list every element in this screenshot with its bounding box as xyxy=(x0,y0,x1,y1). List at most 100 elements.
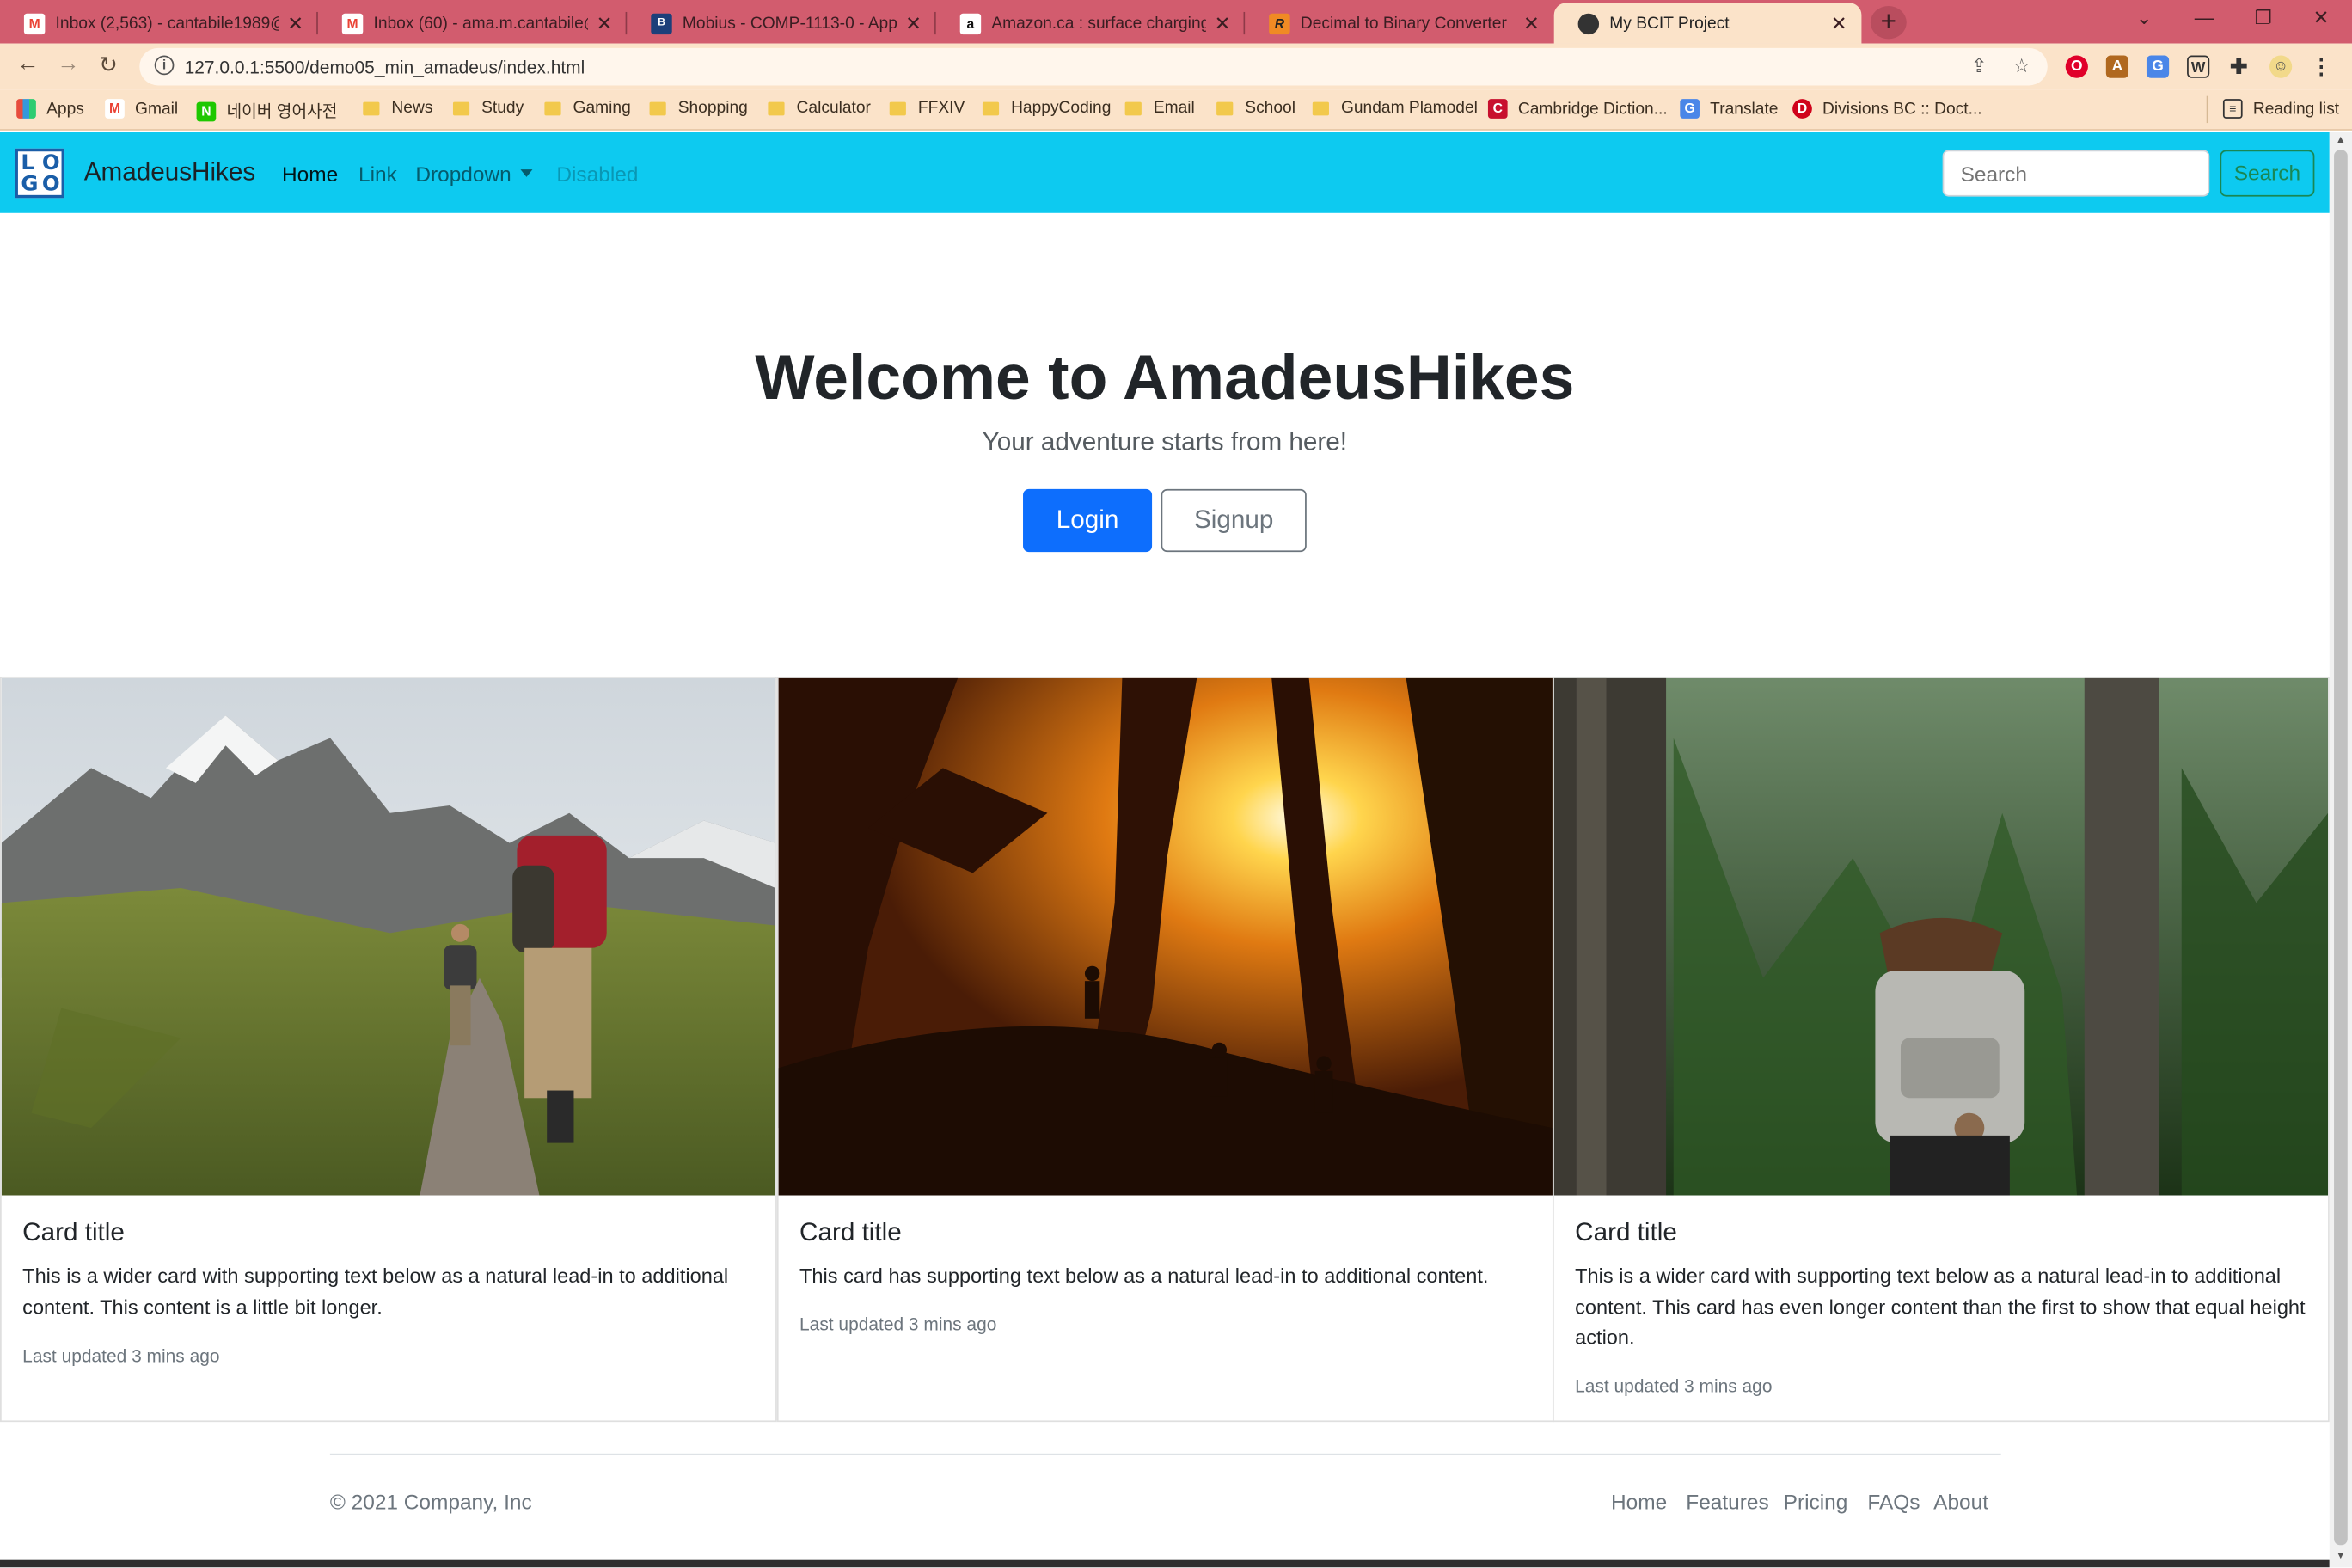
logo-icon[interactable]: L O G O xyxy=(15,148,65,199)
rapidtables-icon: R xyxy=(1269,12,1290,34)
card-text: This is a wider card with supporting tex… xyxy=(22,1264,729,1319)
gmail-icon: M xyxy=(105,99,125,119)
footer-divider xyxy=(329,1453,2001,1455)
bookmark-label: Cambridge Diction... xyxy=(1517,100,1668,118)
bookmark-divisions[interactable]: D Divisions BC :: Doct... xyxy=(1792,99,1982,119)
opera-icon[interactable]: O xyxy=(2065,55,2088,78)
url-text[interactable]: 127.0.0.1:5500/demo05_min_amadeus/index.… xyxy=(185,57,585,77)
close-window-icon[interactable]: ✕ xyxy=(2313,6,2330,30)
bookmark-apps[interactable]: Apps xyxy=(16,99,84,119)
translate-extension-icon[interactable]: G xyxy=(2146,55,2170,78)
address-bar[interactable]: i 127.0.0.1:5500/demo05_min_amadeus/inde… xyxy=(139,47,2048,86)
close-icon[interactable]: ✕ xyxy=(285,11,306,35)
page-scrollbar[interactable]: ▲ ▼ xyxy=(2329,132,2352,1568)
nav-link[interactable]: Link xyxy=(358,162,397,186)
reading-list-button[interactable]: ≡ Reading list xyxy=(2222,99,2339,119)
reload-icon[interactable]: ↻ xyxy=(99,51,118,78)
search-input[interactable] xyxy=(1942,150,2210,197)
browser-tab[interactable]: a Amazon.ca : surface charging ca ✕ xyxy=(936,3,1246,43)
bookmark-label: Gaming xyxy=(573,99,631,118)
share-icon[interactable]: ⇪ xyxy=(1971,54,1988,78)
browser-tab-strip: M Inbox (2,563) - cantabile1989@g ✕ M In… xyxy=(0,0,2352,44)
card-meta: Last updated 3 mins ago xyxy=(799,1314,997,1335)
bookmark-folder[interactable]: School xyxy=(1216,99,1295,117)
card-meta: Last updated 3 mins ago xyxy=(1575,1375,1773,1397)
footer-link-pricing[interactable]: Pricing xyxy=(1784,1490,1848,1514)
browser-tab[interactable]: M Inbox (2,563) - cantabile1989@g ✕ xyxy=(0,3,318,43)
card-title: Card title xyxy=(22,1217,125,1247)
close-icon[interactable]: ✕ xyxy=(594,11,615,35)
browser-tab[interactable]: M Inbox (60) - ama.m.cantabile@g ✕ xyxy=(318,3,628,43)
search-button[interactable]: Search xyxy=(2220,150,2315,197)
bookmark-folder[interactable]: Calculator xyxy=(768,99,871,117)
folder-icon xyxy=(1312,101,1329,115)
profile-avatar-icon[interactable]: ☺ xyxy=(2269,55,2293,78)
page-viewport: L O G O AmadeusHikes Home Link Dropdown … xyxy=(0,132,2330,1568)
amazon-icon: a xyxy=(959,12,982,34)
footer-copyright: © 2021 Company, Inc xyxy=(329,1489,532,1514)
bookmark-folder[interactable]: HappyCoding xyxy=(982,99,1111,117)
tab-title: Amazon.ca : surface charging ca xyxy=(991,14,1206,33)
minimize-icon[interactable]: — xyxy=(2195,6,2214,28)
bookmark-folder[interactable]: Study xyxy=(452,99,524,118)
close-icon[interactable]: ✕ xyxy=(1212,11,1233,35)
nav-disabled: Disabled xyxy=(556,162,639,187)
tab-search-icon[interactable]: ⌄ xyxy=(2136,6,2153,30)
extension-icon[interactable]: A xyxy=(2105,55,2129,78)
bookmark-label: News xyxy=(391,99,433,118)
close-icon[interactable]: ✕ xyxy=(903,11,923,35)
bookmark-folder[interactable]: FFXIV xyxy=(889,99,965,117)
bookmark-cambridge[interactable]: C Cambridge Diction... xyxy=(1487,99,1668,119)
nav-dropdown[interactable]: Dropdown xyxy=(415,162,533,186)
card-meta: Last updated 3 mins ago xyxy=(22,1345,220,1367)
bookmark-translate[interactable]: G Translate xyxy=(1680,99,1778,119)
footer-link-about[interactable]: About xyxy=(1933,1490,1988,1514)
browser-tab[interactable]: B Mobius - COMP-1113-0 - Applie ✕ xyxy=(627,3,936,43)
scroll-up-icon[interactable]: ▲ xyxy=(2336,135,2346,145)
scrollbar-thumb[interactable] xyxy=(2334,150,2348,1546)
bookmark-folder[interactable]: Email xyxy=(1124,99,1195,117)
browser-tab-active[interactable]: My BCIT Project ✕ xyxy=(1553,3,1862,44)
tab-title: Inbox (2,563) - cantabile1989@g xyxy=(55,14,279,33)
new-tab-button[interactable]: + xyxy=(1870,5,1907,40)
browser-tab[interactable]: R Decimal to Binary Converter ✕ xyxy=(1245,3,1553,43)
back-icon[interactable]: ← xyxy=(16,51,39,77)
puzzle-icon[interactable]: ✚ xyxy=(2227,55,2250,78)
scroll-down-icon[interactable]: ▼ xyxy=(2336,1551,2346,1561)
apps-grid-icon xyxy=(16,99,36,119)
brand-link[interactable]: AmadeusHikes xyxy=(84,157,255,187)
forward-icon[interactable]: → xyxy=(57,51,79,77)
bookmark-label: Study xyxy=(481,99,524,118)
login-button[interactable]: Login xyxy=(1023,488,1153,553)
bookmark-divider xyxy=(2206,95,2208,124)
footer-link-faqs[interactable]: FAQs xyxy=(1867,1490,1920,1514)
hero-title: Welcome to AmadeusHikes xyxy=(755,341,1575,413)
bookmark-gmail[interactable]: M Gmail xyxy=(105,99,178,119)
bookmark-label: Gmail xyxy=(135,100,179,118)
bookmark-star-icon[interactable]: ☆ xyxy=(2013,54,2030,78)
folder-icon xyxy=(452,101,470,115)
bookmark-folder[interactable]: Gaming xyxy=(544,99,631,118)
close-icon[interactable]: ✕ xyxy=(1828,11,1849,35)
menu-dots-icon[interactable]: ⋮ xyxy=(2310,55,2332,78)
footer-link-features[interactable]: Features xyxy=(1686,1490,1768,1514)
restore-icon[interactable]: ❐ xyxy=(2255,6,2272,30)
card-text: This is a wider card with supporting tex… xyxy=(1575,1264,2306,1349)
wordcount-icon[interactable]: W xyxy=(2187,55,2210,78)
bookmark-folder[interactable]: News xyxy=(363,99,432,117)
card: Card title This card has supporting text… xyxy=(776,676,1554,1423)
tab-title: My BCIT Project xyxy=(1609,14,1730,33)
footer-link-home[interactable]: Home xyxy=(1611,1490,1667,1514)
signup-button[interactable]: Signup xyxy=(1161,488,1307,553)
close-icon[interactable]: ✕ xyxy=(1521,11,1541,35)
bookmark-folder[interactable]: Shopping xyxy=(649,99,748,117)
browser-toolbar: ← → ↻ i 127.0.0.1:5500/demo05_min_amadeu… xyxy=(0,43,2352,90)
folder-icon xyxy=(363,101,380,115)
bookmark-folder[interactable]: Gundam Plamodel xyxy=(1312,99,1478,117)
card: Card title This is a wider card with sup… xyxy=(1552,676,2330,1423)
bookmark-label: Divisions BC :: Doct... xyxy=(1822,100,1982,118)
bookmark-naver[interactable]: N 네이버 영어사전 xyxy=(196,99,337,123)
bookmark-label: Calculator xyxy=(796,99,871,118)
site-info-icon[interactable]: i xyxy=(154,55,175,76)
nav-home[interactable]: Home xyxy=(282,162,338,186)
